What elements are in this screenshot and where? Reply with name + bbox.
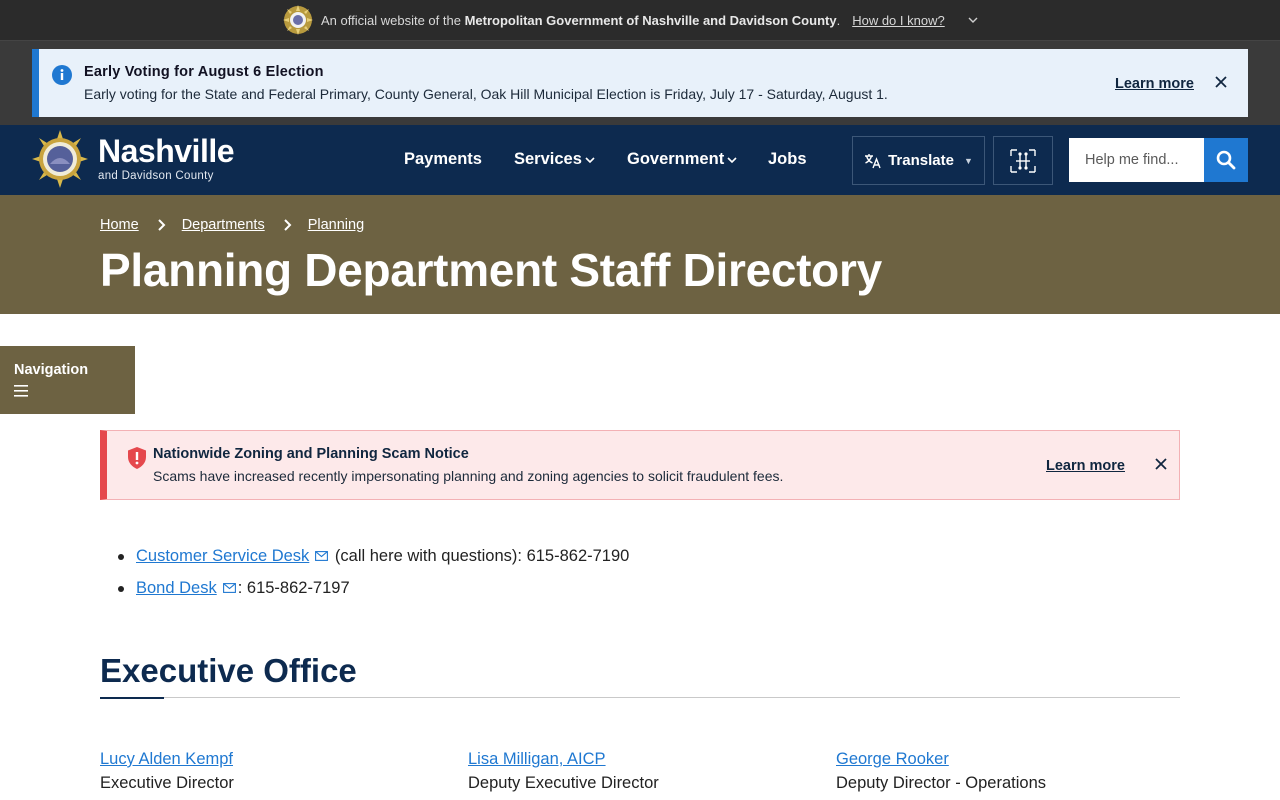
- scam-notice-alert: Nationwide Zoning and Planning Scam Noti…: [100, 430, 1180, 500]
- customer-service-desk-link[interactable]: Customer Service Desk: [136, 547, 309, 565]
- close-icon[interactable]: [1155, 458, 1167, 470]
- how-do-i-know-link[interactable]: How do I know?: [852, 13, 945, 28]
- accessibility-tools-icon: [1010, 148, 1036, 173]
- nav-services[interactable]: Services: [514, 150, 595, 169]
- nav-government-label: Government: [627, 150, 725, 168]
- close-icon[interactable]: [1215, 76, 1227, 88]
- staff-name-link[interactable]: George Rooker: [836, 748, 1166, 770]
- list-item: Customer Service Desk (call here with qu…: [100, 545, 629, 577]
- official-org-name: Metropolitan Government of Nashville and…: [464, 12, 837, 28]
- logo-title[interactable]: Nashville: [98, 133, 235, 170]
- alert-title: Early Voting for August 6 Election: [84, 64, 324, 80]
- section-title: Executive Office: [100, 652, 357, 689]
- chevron-down-icon: [585, 156, 595, 163]
- nashville-seal-logo[interactable]: [32, 130, 88, 188]
- side-navigation-toggle[interactable]: Navigation: [0, 346, 135, 414]
- nav-services-label: Services: [514, 150, 582, 168]
- logo-subtitle: and Davidson County: [98, 170, 214, 182]
- chevron-right-icon: [283, 219, 292, 231]
- staff-card: Lisa Milligan, AICP Deputy Executive Dir…: [468, 748, 798, 795]
- nav-payments[interactable]: Payments: [404, 150, 482, 169]
- scam-notice-body: Scams have increased recently impersonat…: [153, 468, 784, 484]
- staff-card: George Rooker Deputy Director - Operatio…: [836, 748, 1166, 795]
- search-icon: [1216, 150, 1236, 170]
- mail-icon: [222, 583, 236, 593]
- page-hero: Home Departments Planning Planning Depar…: [0, 195, 1280, 314]
- official-banner-text: An official website of the Metropolitan …: [321, 13, 840, 28]
- translate-label: Translate: [888, 152, 954, 169]
- section-divider: [100, 697, 1180, 698]
- contact-detail: (call here with questions): 615-862-7190: [330, 547, 630, 565]
- translate-button[interactable]: Translate ▼: [852, 136, 985, 185]
- staff-name-link[interactable]: Lucy Alden Kempf: [100, 748, 430, 770]
- scam-learn-more-link[interactable]: Learn more: [1046, 458, 1125, 474]
- election-alert: Early Voting for August 6 Election Early…: [32, 49, 1248, 117]
- shield-alert-icon: [128, 447, 146, 469]
- alert-learn-more-link[interactable]: Learn more: [1115, 76, 1194, 92]
- info-icon: [52, 65, 72, 85]
- menu-icon: [14, 385, 28, 397]
- nav-government[interactable]: Government: [627, 150, 737, 169]
- translate-icon: [865, 153, 881, 168]
- chevron-right-icon: [157, 219, 166, 231]
- side-nav-label: Navigation: [14, 362, 89, 378]
- staff-role: Deputy Director - Operations: [836, 774, 1046, 792]
- scam-notice-title: Nationwide Zoning and Planning Scam Noti…: [153, 446, 469, 462]
- breadcrumb-home[interactable]: Home: [100, 217, 139, 233]
- search-button[interactable]: [1204, 138, 1248, 182]
- metro-seal-icon: [283, 5, 313, 35]
- nav-jobs[interactable]: Jobs: [768, 150, 807, 169]
- alert-body: Early voting for the State and Federal P…: [84, 86, 888, 102]
- contact-detail: : 615-862-7197: [237, 579, 350, 597]
- bond-desk-link[interactable]: Bond Desk: [136, 579, 217, 597]
- site-header: Nashville and Davidson County Payments S…: [0, 125, 1280, 195]
- accessibility-tools-button[interactable]: [993, 136, 1053, 185]
- mail-icon: [315, 551, 329, 561]
- contact-list: Customer Service Desk (call here with qu…: [100, 545, 629, 609]
- official-suffix: .: [836, 12, 841, 28]
- nav-payments-label: Payments: [404, 150, 482, 168]
- nav-jobs-label: Jobs: [768, 150, 807, 168]
- list-item: Bond Desk : 615-862-7197: [100, 577, 629, 609]
- section-divider-accent: [100, 697, 164, 699]
- chevron-down-icon: [727, 156, 737, 163]
- staff-role: Deputy Executive Director: [468, 774, 659, 792]
- alert-region: Early Voting for August 6 Election Early…: [0, 41, 1280, 125]
- breadcrumb: Home Departments Planning: [100, 217, 364, 233]
- page-title: Planning Department Staff Directory: [100, 244, 882, 296]
- official-website-banner: An official website of the Metropolitan …: [0, 0, 1280, 41]
- official-prefix: An official website of the: [321, 12, 461, 28]
- staff-name-link[interactable]: Lisa Milligan, AICP: [468, 748, 798, 770]
- staff-role: Executive Director: [100, 774, 234, 792]
- breadcrumb-departments[interactable]: Departments: [182, 217, 265, 233]
- search-input[interactable]: [1069, 138, 1204, 182]
- chevron-down-icon[interactable]: [967, 14, 979, 26]
- staff-card: Lucy Alden Kempf Executive Director: [100, 748, 430, 795]
- dropdown-arrow-icon: ▼: [963, 155, 973, 166]
- breadcrumb-planning[interactable]: Planning: [308, 217, 364, 233]
